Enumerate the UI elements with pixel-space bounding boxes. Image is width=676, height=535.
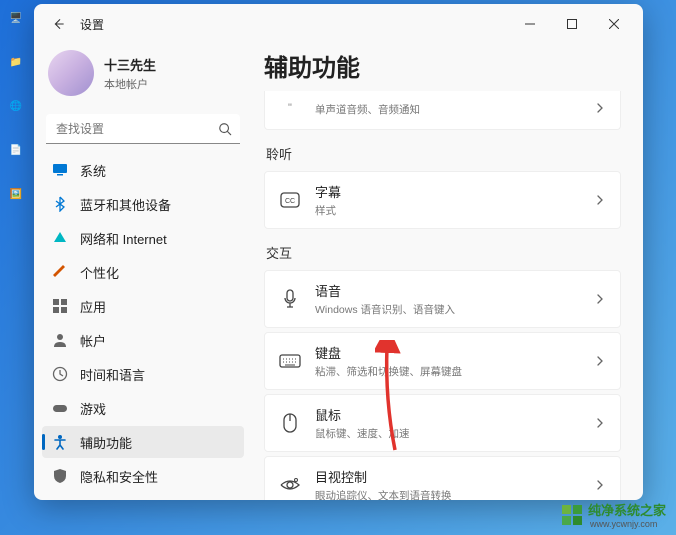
back-button[interactable]: [42, 8, 74, 40]
sidebar-item-label: 时间和语言: [80, 365, 145, 384]
sidebar-item-time[interactable]: 时间和语言: [42, 358, 244, 390]
sidebar-item-system[interactable]: 系统: [42, 154, 244, 186]
watermark-url: www.ycwnjy.com: [590, 519, 666, 529]
eye-icon: [279, 474, 301, 496]
card-sub: 眼动追踪仪、文本到语音转换: [315, 488, 594, 500]
sidebar-item-apps[interactable]: 应用: [42, 290, 244, 322]
game-icon: [52, 400, 68, 416]
sidebar-item-accessibility[interactable]: 辅助功能: [42, 426, 244, 458]
watermark: 纯净系统之家 www.ycwnjy.com: [558, 498, 670, 531]
clock-icon: [52, 366, 68, 382]
sidebar-item-label: 帐户: [80, 331, 106, 350]
desktop-icon[interactable]: 🌐: [3, 93, 29, 119]
maximize-icon: [567, 19, 577, 29]
sidebar-item-bluetooth[interactable]: 蓝牙和其他设备: [42, 188, 244, 220]
sidebar-item-label: 个性化: [80, 263, 119, 282]
user-icon: [52, 332, 68, 348]
card-sub: 鼠标键、速度、加速: [315, 426, 594, 441]
sidebar-item-label: 辅助功能: [80, 433, 132, 452]
sidebar-item-label: 应用: [80, 297, 106, 316]
sidebar-item-label: 隐私和安全性: [80, 467, 158, 486]
settings-window: 设置 十三先生 本地帐户 系统蓝牙和其他设备网络和 Internet个性化应: [34, 4, 643, 500]
desktop-icon[interactable]: 🖥️: [3, 5, 29, 31]
card-title: 键盘: [315, 343, 594, 362]
profile-name: 十三先生: [104, 55, 156, 74]
sidebar-item-label: 游戏: [80, 399, 106, 418]
avatar: [48, 50, 94, 96]
sidebar-item-network[interactable]: 网络和 Internet: [42, 222, 244, 254]
card-title: 鼠标: [315, 405, 594, 424]
back-arrow-icon: [51, 17, 65, 31]
card-sub: 粘滞、筛选和切换键、屏幕键盘: [315, 364, 594, 379]
desktop-icon[interactable]: 🖼️: [3, 181, 29, 207]
card-captions[interactable]: CC 字幕 样式: [264, 171, 621, 229]
card-sub: Windows 语音识别、语音键入: [315, 302, 594, 317]
sidebar: 十三先生 本地帐户 系统蓝牙和其他设备网络和 Internet 个性化应用帐户时间…: [34, 44, 252, 500]
card-speech[interactable]: 语音 Windows 语音识别、语音键入: [264, 270, 621, 328]
titlebar: 设置: [34, 4, 643, 44]
sidebar-item-label: 蓝牙和其他设备: [80, 195, 171, 214]
audio-icon: ": [279, 97, 301, 119]
shield-icon: [52, 468, 68, 484]
desktop-icon[interactable]: 📄: [3, 137, 29, 163]
card-keyboard[interactable]: 键盘 粘滞、筛选和切换键、屏幕键盘: [264, 332, 621, 390]
sidebar-item-accounts[interactable]: 帐户: [42, 324, 244, 356]
cc-icon: CC: [279, 189, 301, 211]
chevron-right-icon: [594, 102, 606, 114]
search-wrap: [46, 114, 240, 144]
search-icon: [218, 122, 232, 136]
content: 辅助功能 " 单声道音频、音频通知 聆听 CC 字幕 样式 交互 语音 Wind…: [252, 44, 643, 500]
accessibility-icon: [52, 434, 68, 450]
watermark-text: 纯净系统之家: [588, 500, 666, 519]
section-label: 聆听: [266, 144, 621, 163]
desktop-icon[interactable]: 📁: [3, 49, 29, 75]
brush-icon: [52, 264, 68, 280]
profile[interactable]: 十三先生 本地帐户: [42, 44, 244, 110]
monitor-icon: [52, 162, 68, 178]
window-controls: [509, 10, 635, 38]
card-title: 字幕: [315, 182, 594, 201]
chevron-right-icon: [594, 293, 606, 305]
sidebar-item-update[interactable]: Windows 更新: [42, 494, 244, 500]
minimize-button[interactable]: [509, 10, 551, 38]
audio-card-partial[interactable]: " 单声道音频、音频通知: [264, 91, 621, 130]
close-icon: [609, 19, 619, 29]
mic-icon: [279, 288, 301, 310]
card-eye[interactable]: 目视控制 眼动追踪仪、文本到语音转换: [264, 456, 621, 500]
maximize-button[interactable]: [551, 10, 593, 38]
svg-text:CC: CC: [285, 198, 295, 205]
card-sub: 单声道音频、音频通知: [315, 102, 594, 117]
search-input[interactable]: [46, 114, 240, 144]
desktop-icons: 🖥️ 📁 🌐 📄 🖼️: [3, 5, 33, 207]
page-title: 辅助功能: [264, 48, 621, 83]
minimize-icon: [525, 19, 535, 29]
sidebar-item-gaming[interactable]: 游戏: [42, 392, 244, 424]
chevron-right-icon: [594, 479, 606, 491]
sidebar-item-personalize[interactable]: 个性化: [42, 256, 244, 288]
chevron-right-icon: [594, 355, 606, 367]
keyboard-icon: [279, 350, 301, 372]
wifi-icon: [52, 230, 68, 246]
chevron-right-icon: [594, 417, 606, 429]
card-mouse[interactable]: 鼠标 鼠标键、速度、加速: [264, 394, 621, 452]
chevron-right-icon: [594, 194, 606, 206]
window-title: 设置: [80, 16, 104, 33]
card-title: 目视控制: [315, 467, 594, 486]
profile-sub: 本地帐户: [104, 76, 156, 92]
bluetooth-icon: [52, 196, 68, 212]
watermark-logo-icon: [562, 505, 582, 525]
section-label: 交互: [266, 243, 621, 262]
sidebar-item-label: 系统: [80, 161, 106, 180]
sidebar-item-label: 网络和 Internet: [80, 229, 167, 248]
mouse-icon: [279, 412, 301, 434]
card-sub: 样式: [315, 203, 594, 218]
sidebar-item-privacy[interactable]: 隐私和安全性: [42, 460, 244, 492]
card-title: 语音: [315, 281, 594, 300]
nav: 系统蓝牙和其他设备网络和 Internet 个性化应用帐户时间和语言游戏辅助功能隐…: [42, 154, 244, 500]
close-button[interactable]: [593, 10, 635, 38]
apps-icon: [52, 298, 68, 314]
